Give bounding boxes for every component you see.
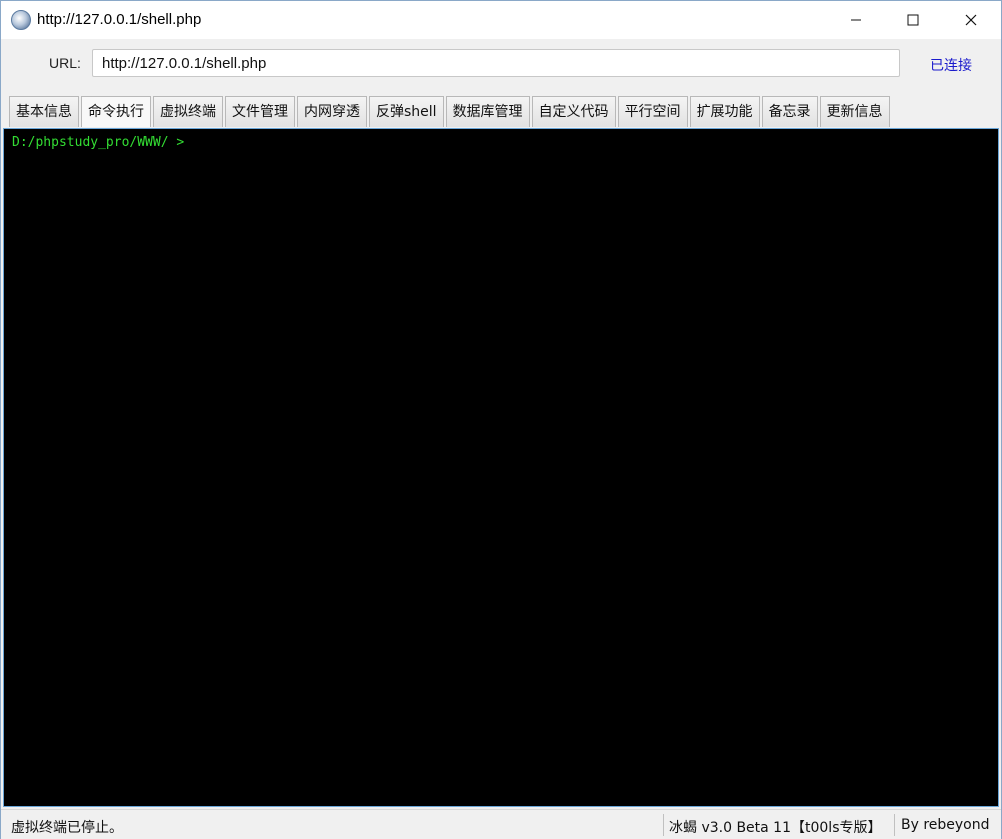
status-message: 虚拟终端已停止。 (11, 820, 123, 836)
window-title: http://127.0.0.1/shell.php (37, 11, 202, 28)
close-button[interactable] (942, 1, 1000, 39)
tab-parallel-space[interactable]: 平行空间 (617, 96, 688, 127)
author-label: By rebeyond (901, 817, 990, 833)
connection-status-link[interactable]: 已连接 (930, 55, 972, 75)
url-label: URL: (49, 55, 81, 71)
minimize-button[interactable] (827, 1, 885, 39)
app-logo-icon (11, 10, 31, 30)
url-row: URL: 已连接 (1, 39, 1001, 91)
app-window: http://127.0.0.1/shell.php URL: 已连接 基本信息… (0, 0, 1002, 839)
tab-extensions[interactable]: 扩展功能 (689, 96, 760, 127)
version-label: 冰蝎 v3.0 Beta 11【t00ls专版】 (669, 820, 882, 836)
tab-custom-code[interactable]: 自定义代码 (531, 96, 616, 127)
tab-bar: 基本信息 命令执行 虚拟终端 文件管理 内网穿透 反弹shell 数据库管理 自… (9, 96, 890, 128)
tab-virtual-terminal[interactable]: 虚拟终端 (153, 96, 223, 127)
terminal-prompt: D:/phpstudy_pro/WWW/ > (12, 135, 185, 150)
tab-memo[interactable]: 备忘录 (761, 96, 818, 127)
tab-file-manager[interactable]: 文件管理 (225, 96, 295, 127)
terminal-output[interactable]: D:/phpstudy_pro/WWW/ > (3, 128, 999, 807)
tab-intranet-tunnel[interactable]: 内网穿透 (297, 96, 367, 127)
status-divider (894, 814, 895, 836)
title-bar[interactable]: http://127.0.0.1/shell.php (1, 1, 1001, 39)
tab-update-info[interactable]: 更新信息 (819, 96, 890, 127)
status-divider (663, 814, 664, 836)
tab-command-exec[interactable]: 命令执行 (81, 96, 151, 127)
maximize-button[interactable] (884, 1, 942, 39)
close-icon (965, 14, 977, 26)
tab-database-manager[interactable]: 数据库管理 (445, 96, 530, 127)
tab-reverse-shell[interactable]: 反弹shell (369, 96, 444, 127)
maximize-icon (907, 14, 919, 26)
url-input[interactable] (92, 49, 900, 77)
status-bar: 虚拟终端已停止。 冰蝎 v3.0 Beta 11【t00ls专版】 By reb… (1, 809, 1001, 839)
tab-basic-info[interactable]: 基本信息 (9, 96, 79, 127)
minimize-icon (851, 19, 861, 21)
